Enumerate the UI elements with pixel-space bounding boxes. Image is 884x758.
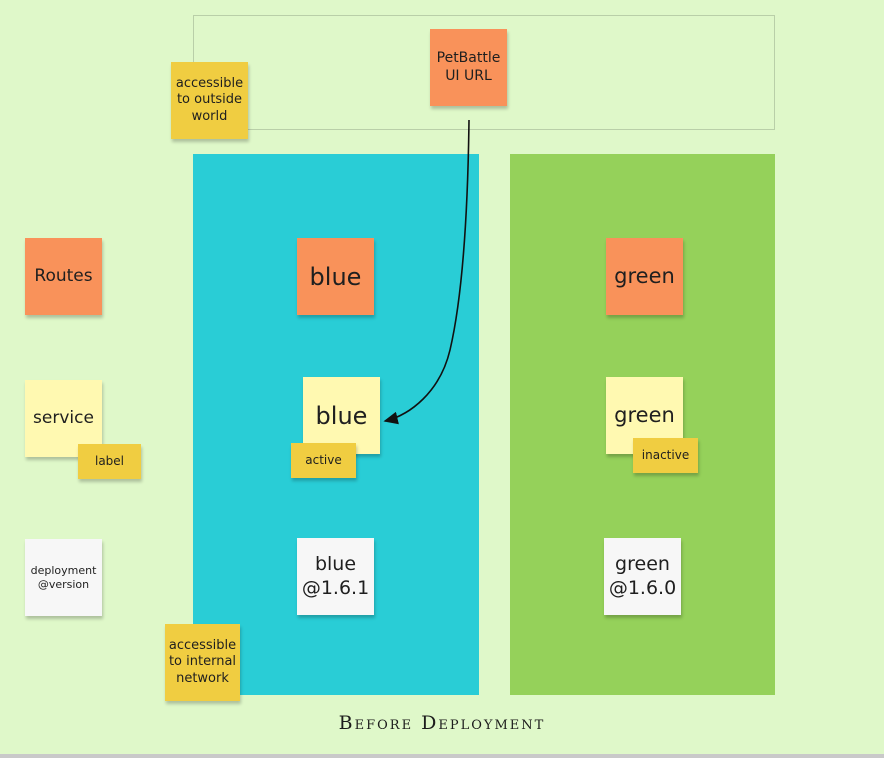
bottom-divider [0,754,884,758]
route-connector-arrow [383,119,470,425]
diagram-title: Before Deployment [338,712,546,734]
diagram-board: PetBattle UI URL accessible to outside w… [0,0,884,758]
